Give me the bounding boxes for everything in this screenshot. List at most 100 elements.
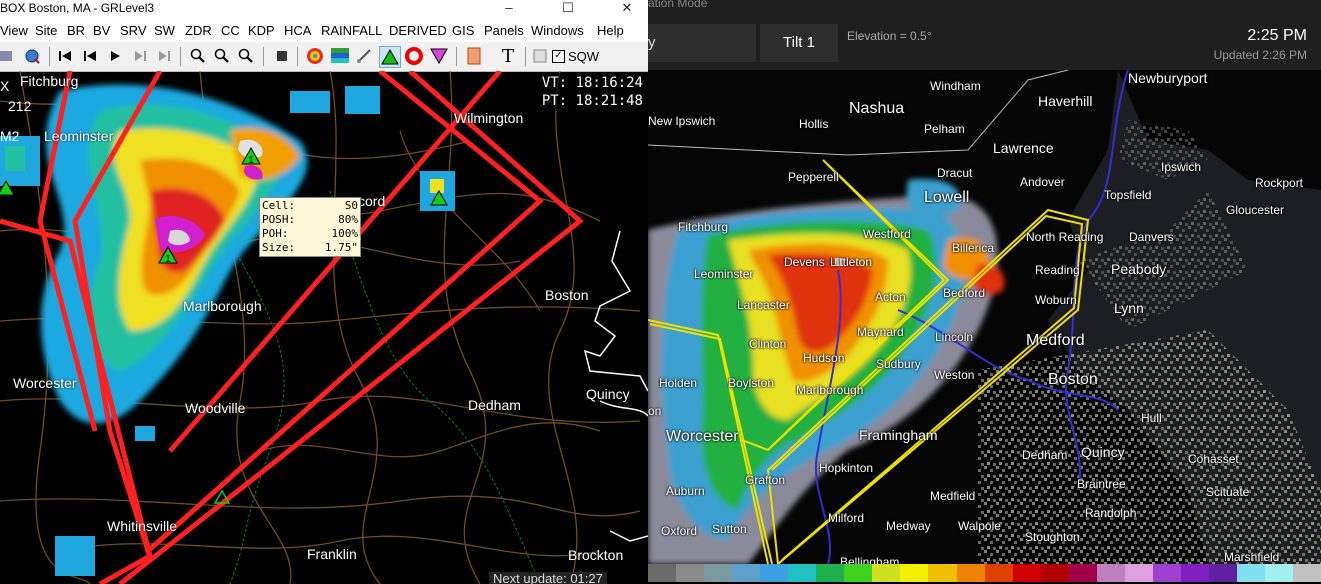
- menu-cc[interactable]: CC: [221, 23, 240, 38]
- color-scale-swatch: [984, 564, 1013, 582]
- map-label: Oxford: [661, 524, 698, 538]
- map-label: Quincy: [1081, 444, 1125, 460]
- map-label: Hudson: [803, 351, 845, 365]
- color-scale-swatch: [928, 564, 957, 582]
- map-label: Billerica: [952, 241, 995, 255]
- color-scale-swatch: [1068, 564, 1097, 582]
- meso-marker-icon[interactable]: [404, 46, 424, 66]
- map-label: on: [648, 404, 662, 418]
- color-scale-swatch: [956, 564, 985, 582]
- layers-icon[interactable]: [0, 46, 16, 66]
- menu-rainfall[interactable]: RAINFALL: [321, 23, 382, 38]
- map-label: Woburn: [1035, 293, 1077, 307]
- tilt-selector[interactable]: Tilt 1: [760, 24, 838, 62]
- menu-view[interactable]: View: [0, 23, 28, 38]
- map-label: Boylston: [728, 376, 775, 390]
- step-back-icon[interactable]: [80, 46, 100, 66]
- map-label: Franklin: [307, 546, 357, 562]
- menu-sw[interactable]: SW: [154, 23, 175, 38]
- color-scale-swatch: [1040, 564, 1069, 582]
- map-label: Littleton: [830, 255, 873, 269]
- color-scale-swatch: [1096, 564, 1125, 582]
- color-scale-swatch: [704, 564, 733, 582]
- menu-gis[interactable]: GIS: [452, 23, 474, 38]
- menu-srv[interactable]: SRV: [120, 23, 147, 38]
- hail-marker-toggle-icon[interactable]: [379, 46, 401, 68]
- maximize-button[interactable]: ☐: [553, 0, 583, 18]
- map-label: Worcester: [666, 428, 739, 445]
- map-label: Dedham: [468, 397, 521, 413]
- map-label: Dracut: [937, 166, 973, 180]
- updated-time: Updated 2:26 PM: [1213, 48, 1307, 62]
- zoom-reset-icon[interactable]: [236, 46, 256, 66]
- color-scale-swatch: [1236, 564, 1266, 582]
- map-label: Grafton: [745, 473, 786, 487]
- menu-br[interactable]: BR: [67, 23, 85, 38]
- time-readout: VT: 18:16:24 PT: 18:21:48: [538, 73, 646, 111]
- radar-app-window: ation Mode y Tilt 1 Elevation = 0.5° 2:2…: [648, 0, 1321, 584]
- color-scale-swatch: [844, 564, 873, 582]
- menu-help[interactable]: Help: [597, 23, 624, 38]
- menu-derived[interactable]: DERIVED: [389, 23, 447, 38]
- window-title: BOX Boston, MA - GRLevel3: [0, 1, 155, 15]
- map-label: Framingham: [859, 427, 938, 443]
- step-forward-icon[interactable]: [130, 46, 150, 66]
- text-tool-icon[interactable]: T: [498, 46, 518, 67]
- zoom-out-icon[interactable]: [212, 46, 232, 66]
- map-label: Dedham: [1022, 448, 1068, 462]
- menu-windows[interactable]: Windows: [531, 23, 584, 38]
- map-label: Fitchburg: [678, 220, 729, 234]
- map-label: Ipswich: [1161, 160, 1202, 174]
- tvs-marker-icon[interactable]: [429, 46, 449, 66]
- map-label: Clinton: [749, 337, 787, 351]
- product-selector[interactable]: y: [648, 24, 756, 62]
- menu-kdp[interactable]: KDP: [248, 23, 275, 38]
- play-icon[interactable]: [105, 46, 125, 66]
- measure-icon[interactable]: [354, 46, 374, 66]
- menu-site[interactable]: Site: [35, 23, 57, 38]
- sqw-check-icon[interactable]: ✓: [552, 50, 565, 63]
- map-label: Haverhill: [1038, 93, 1093, 109]
- color-scale-swatch: [1152, 564, 1181, 582]
- map-label: Leominster: [44, 128, 114, 144]
- map-label: Maynard: [857, 325, 904, 339]
- sqw-checkbox[interactable]: ✓ SQW: [552, 49, 599, 64]
- map-label: Scituate: [1206, 485, 1250, 499]
- minimize-button[interactable]: –: [494, 0, 524, 18]
- map-label: Brockton: [568, 547, 624, 563]
- radar-map-left[interactable]: 1 1: [0, 71, 648, 584]
- first-frame-icon[interactable]: [55, 46, 75, 66]
- menu-hca[interactable]: HCA: [284, 23, 311, 38]
- map-label: Medford: [1026, 332, 1085, 349]
- map-label: Marlborough: [796, 383, 864, 397]
- map-label: Bedford: [943, 286, 986, 300]
- map-label: Peabody: [1111, 261, 1167, 277]
- menu-bv[interactable]: BV: [93, 23, 110, 38]
- color-scale-swatch: [648, 564, 677, 582]
- toolbar: T ✓ SQW: [0, 42, 648, 72]
- map-label: New Ipswich: [648, 114, 716, 128]
- map-label: cord: [358, 193, 386, 209]
- menu-panels[interactable]: Panels: [484, 23, 524, 38]
- map-label: Leominster: [694, 267, 754, 281]
- box-tool-icon[interactable]: [530, 46, 550, 66]
- last-frame-icon[interactable]: [154, 46, 174, 66]
- stop-icon[interactable]: [272, 46, 292, 66]
- menu-bar: View Site BR BV SRV SW ZDR CC KDP HCA RA…: [0, 18, 648, 42]
- svg-text:1: 1: [165, 254, 171, 265]
- map-label: Boston: [1048, 371, 1098, 388]
- colortable-icon[interactable]: [330, 46, 350, 66]
- globe-icon[interactable]: [22, 46, 42, 66]
- zoom-in-icon[interactable]: [188, 46, 208, 66]
- menu-zdr[interactable]: ZDR: [185, 23, 212, 38]
- close-button[interactable]: ✕: [612, 0, 642, 18]
- map-label: Quincy: [586, 386, 630, 402]
- grlevel3-window: BOX Boston, MA - GRLevel3 – ☐ ✕ View Sit…: [0, 0, 648, 584]
- scan-time: 2:25 PM: [1247, 27, 1307, 44]
- map-label: Walpole: [958, 519, 1001, 533]
- map-label: Sutton: [712, 522, 747, 536]
- radar-icon[interactable]: [305, 46, 325, 66]
- color-scale-swatch: [760, 564, 789, 582]
- map-label: Pelham: [924, 122, 965, 136]
- polygon-icon[interactable]: [464, 46, 484, 66]
